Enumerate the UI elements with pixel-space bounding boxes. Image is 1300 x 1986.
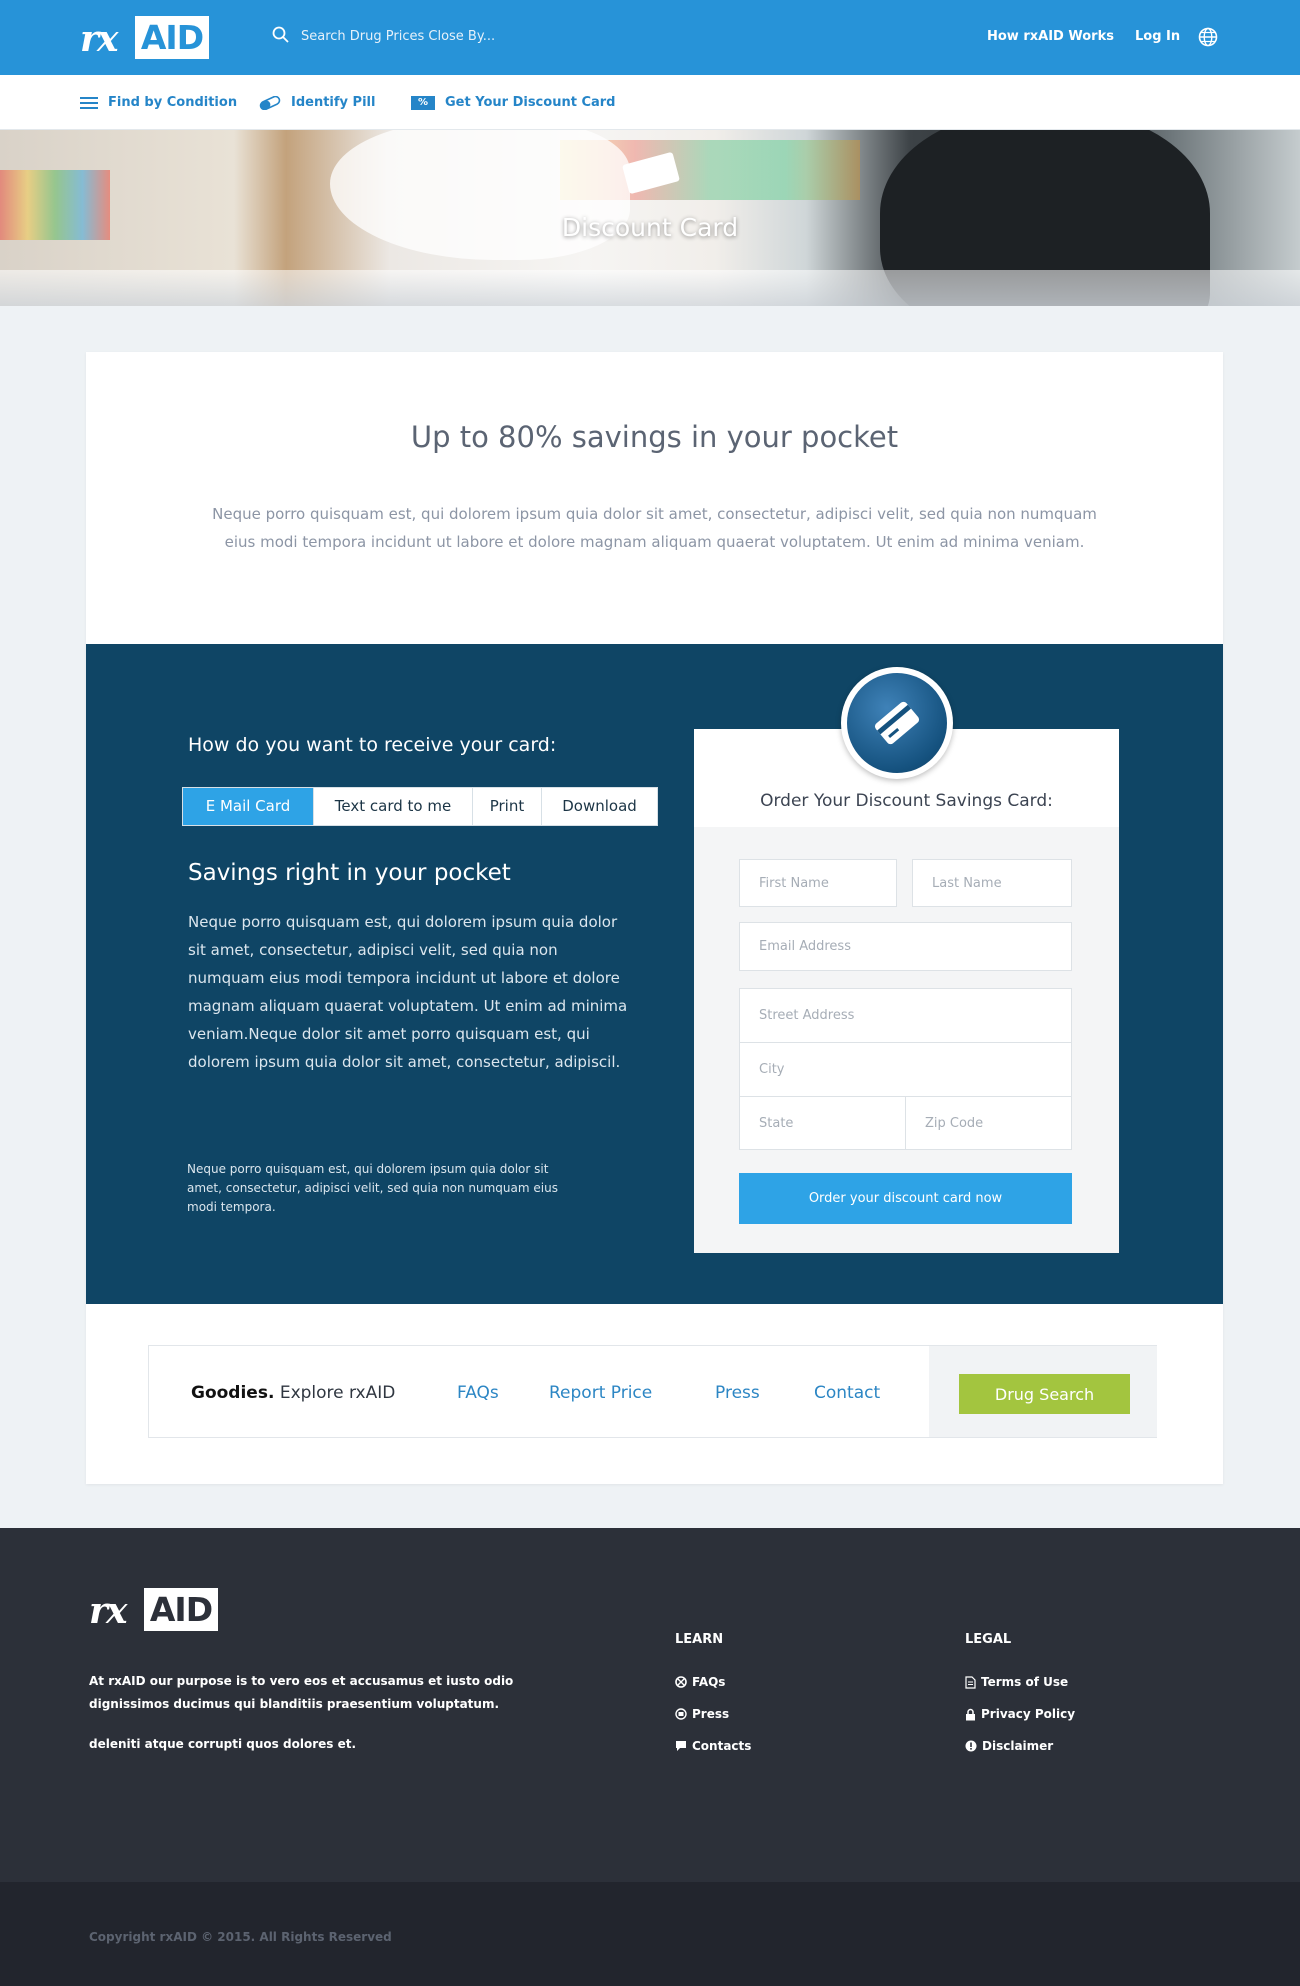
globe-icon[interactable] [1198,27,1218,51]
bottom-bar: Copyright rxAID © 2015. All Rights Reser… [0,1882,1300,1986]
page-headline: Up to 80% savings in your pocket [410,420,899,454]
state-field[interactable]: State [739,1096,906,1150]
footer-link-faqs[interactable]: FAQs [675,1675,725,1689]
footer-link-label: Privacy Policy [981,1707,1076,1721]
order-form-title: Order Your Discount Savings Card: [760,791,1053,811]
hero-title: Discount Card [561,213,739,242]
footer-about: At rxAID our purpose is to vero eos et a… [89,1674,514,1711]
how-it-works-link[interactable]: How rxAID Works [987,29,1114,44]
footer-link-privacy[interactable]: Privacy Policy [965,1707,1075,1721]
goodies-link-contact[interactable]: Contact [814,1383,880,1403]
logo-rx-text: rx [89,1590,127,1632]
hero-banner: Discount Card [0,130,1300,306]
logo-rx-text: rx [80,18,118,60]
receive-title: How do you want to receive your card: [188,734,557,756]
footer-link-disclaimer[interactable]: Disclaimer [965,1739,1053,1753]
search-input[interactable]: Search Drug Prices Close By... [301,29,495,44]
goodies-link-faqs[interactable]: FAQs [457,1383,499,1403]
last-name-field[interactable]: Last Name [912,859,1072,907]
tab-download[interactable]: Download [542,788,657,825]
hero-counter-decoration [0,270,1300,306]
footer-link-label: Terms of Use [981,1675,1069,1689]
faq-icon [675,1676,687,1688]
goodies-bar: Goodies. Explore rxAID FAQs Report Price… [148,1345,1157,1438]
goodies-rest: Explore rxAID [274,1383,396,1403]
city-field[interactable]: City [739,1042,1072,1097]
footer-link-contacts[interactable]: Contacts [675,1739,751,1753]
lock-icon [965,1708,976,1721]
footer-logo[interactable]: rx AID [89,1588,219,1632]
pill-icon [259,95,281,110]
press-icon [675,1708,687,1720]
footer-legal-heading: LEGAL [965,1632,1012,1647]
percent-badge-icon: % [411,95,435,110]
zip-code-field[interactable]: Zip Code [905,1096,1072,1150]
footer: rx AID At rxAID our purpose is to vero e… [0,1528,1300,1882]
footer-about-extra: deleniti atque corrupti quos dolores et. [89,1737,356,1751]
top-header: rx AID Search Drug Prices Close By... Ho… [0,0,1300,75]
tab-text-card[interactable]: Text card to me [314,788,473,825]
first-name-field[interactable]: First Name [739,859,897,907]
footer-learn-heading: LEARN [675,1632,724,1647]
tab-print[interactable]: Print [473,788,542,825]
footer-link-label: Disclaimer [982,1739,1054,1753]
street-address-field[interactable]: Street Address [739,988,1072,1043]
login-link[interactable]: Log In [1135,29,1180,44]
card-badge [841,667,953,779]
nav-label: Identify Pill [291,95,376,110]
main-content: Up to 80% savings in your pocket Neque p… [86,352,1223,1484]
sub-navigation: Find by Condition Identify Pill % Get Yo… [0,75,1300,130]
order-card-button[interactable]: Order your discount card now [739,1173,1072,1224]
nav-find-by-condition[interactable]: Find by Condition [80,95,237,110]
savings-text: Neque porro quisquam est, qui dolorem ip… [188,913,628,1071]
info-icon [965,1740,977,1752]
order-form: Order Your Discount Savings Card: First … [694,667,1119,1253]
logo-aid-text: AID [144,1588,218,1631]
search-icon[interactable] [272,26,289,47]
footer-link-terms[interactable]: Terms of Use [965,1675,1068,1689]
goodies-lead: Goodies. Explore rxAID [191,1383,395,1403]
order-form-header: Order Your Discount Savings Card: [694,667,1119,827]
savings-title: Savings right in your pocket [188,860,511,886]
logo-aid-text: AID [135,16,209,59]
discount-card-section: How do you want to receive your card: E … [86,644,1223,1304]
nav-label: Find by Condition [108,95,238,110]
intro-text: Neque porro quisquam est, qui dolorem ip… [212,505,1097,551]
copyright-text: Copyright rxAID © 2015. All Rights Reser… [89,1930,392,1944]
nav-identify-pill[interactable]: Identify Pill [259,95,375,110]
drug-search-panel: Drug Search [929,1346,1157,1437]
chat-icon [675,1740,687,1752]
search-bar[interactable]: Search Drug Prices Close By... [272,26,495,47]
goodies-link-report-price[interactable]: Report Price [549,1383,652,1403]
nav-get-discount-card[interactable]: % Get Your Discount Card [411,95,615,110]
email-field[interactable]: Email Address [739,922,1072,971]
footer-link-label: Contacts [692,1739,752,1753]
goodies-link-press[interactable]: Press [715,1383,760,1403]
receive-method-tabs: E Mail Card Text card to me Print Downlo… [182,787,658,826]
nav-label: Get Your Discount Card [445,95,616,110]
menu-icon [80,96,98,109]
credit-card-icon [847,673,947,773]
footer-link-label: Press [692,1707,730,1721]
savings-small-text: Neque porro quisquam est, qui dolorem ip… [187,1162,558,1214]
tab-email-card[interactable]: E Mail Card [183,788,314,825]
footer-link-press[interactable]: Press [675,1707,729,1721]
footer-link-label: FAQs [692,1675,726,1689]
drug-search-button[interactable]: Drug Search [959,1374,1130,1414]
goodies-bold: Goodies. [191,1383,275,1403]
rxaid-logo[interactable]: rx AID [80,16,210,60]
document-icon [965,1675,976,1689]
